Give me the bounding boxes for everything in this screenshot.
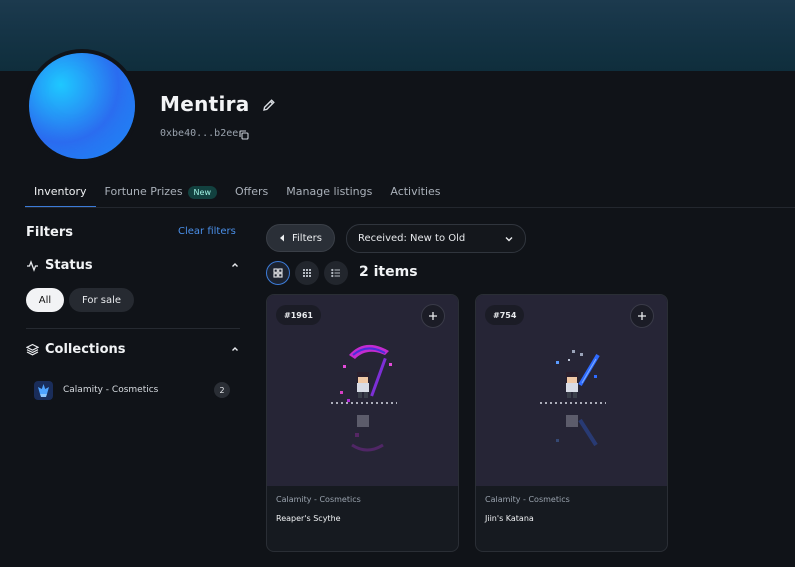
view-grid-small-button[interactable] [295, 261, 319, 285]
sort-select[interactable]: Received: New to Old [346, 224, 526, 253]
plus-icon [429, 312, 437, 320]
tab-inventory[interactable]: Inventory [25, 175, 96, 208]
view-list-button[interactable] [324, 261, 348, 285]
item-id-badge: #754 [485, 305, 525, 325]
grid-large-icon [273, 268, 283, 278]
item-collection: Calamity - Cosmetics [485, 495, 570, 504]
item-id-badge: #1961 [276, 305, 321, 325]
item-collection: Calamity - Cosmetics [276, 495, 361, 504]
chevron-up-icon [232, 263, 238, 267]
tab-manage-listings[interactable]: Manage listings [277, 175, 381, 208]
tabs-divider [25, 207, 795, 208]
profile-banner [0, 0, 795, 71]
item-image: #754 [476, 295, 667, 486]
collection-count: 2 [214, 382, 230, 398]
status-section-header[interactable]: Status [26, 256, 240, 274]
wallet-address: 0xbe40...b2ee [160, 128, 239, 139]
plus-icon [638, 312, 646, 320]
new-badge: New [187, 186, 217, 199]
item-name: Reaper's Scythe [276, 514, 341, 523]
sort-value: Received: New to Old [358, 233, 466, 244]
profile-avatar [25, 49, 139, 163]
view-grid-large-button[interactable] [266, 261, 290, 285]
caret-left-icon [280, 234, 284, 242]
item-card[interactable]: #754 Calamity - Cosmetics Jiin's Katana [475, 294, 668, 552]
collections-title: Collections [45, 341, 126, 357]
add-to-cart-button[interactable] [630, 304, 654, 328]
item-image: #1961 [267, 295, 458, 486]
collection-logo [34, 380, 53, 400]
filters-title: Filters [26, 225, 73, 240]
activity-icon [27, 259, 38, 272]
profile-tabs: Inventory Fortune Prizes New Offers Manag… [25, 175, 450, 208]
pencil-icon[interactable] [262, 98, 276, 112]
chevron-up-icon [232, 347, 238, 351]
item-name: Jiin's Katana [485, 514, 534, 523]
list-icon [331, 268, 340, 278]
sidebar-divider [26, 328, 240, 329]
profile-name: Mentira [160, 92, 250, 116]
chevron-down-icon [505, 237, 513, 242]
layers-icon [26, 343, 39, 355]
clear-filters-link[interactable]: Clear filters [178, 226, 236, 237]
tab-fortune-prizes[interactable]: Fortune Prizes New [96, 175, 226, 208]
tab-activities[interactable]: Activities [381, 175, 449, 208]
add-to-cart-button[interactable] [421, 304, 445, 328]
collections-section-header[interactable]: Collections [26, 340, 240, 358]
toggle-filters-button[interactable]: Filters [266, 224, 335, 252]
grid-small-icon [303, 269, 311, 277]
items-count: 2 items [359, 264, 418, 280]
collection-item[interactable]: Calamity - Cosmetics 2 [34, 380, 230, 400]
item-card[interactable]: #1961 Calamity - Cosmetics Reaper's Scyt… [266, 294, 459, 552]
collection-name: Calamity - Cosmetics [63, 385, 159, 395]
tab-offers[interactable]: Offers [226, 175, 277, 208]
status-all-pill[interactable]: All [26, 288, 64, 312]
status-title: Status [45, 257, 93, 273]
status-for-sale-pill[interactable]: For sale [69, 288, 134, 312]
copy-icon[interactable] [239, 130, 249, 140]
